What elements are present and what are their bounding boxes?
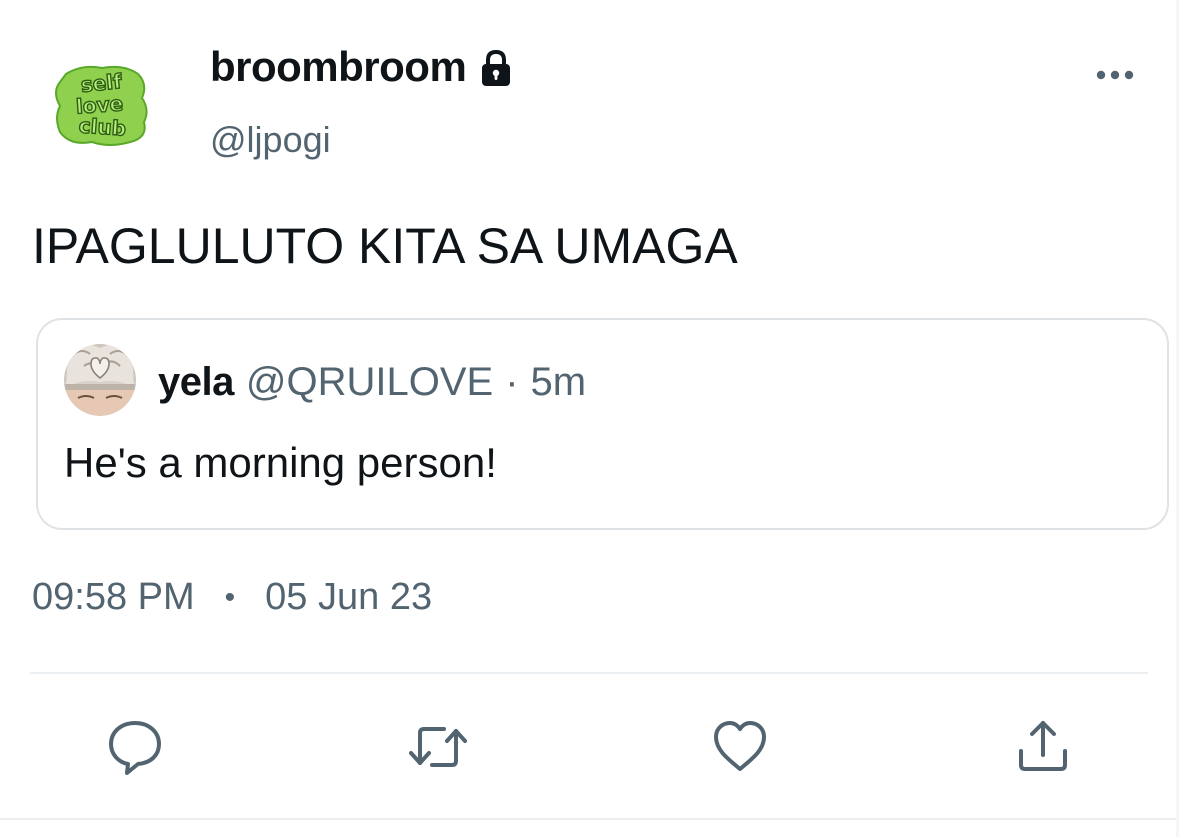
quoted-tweet-header: yela @QRUILOVE · 5m <box>158 360 586 404</box>
share-icon <box>1019 721 1067 771</box>
quoted-relative-time[interactable]: 5m <box>531 360 587 404</box>
quoted-tweet-card[interactable]: yela @QRUILOVE · 5m He's a morning perso… <box>36 318 1169 530</box>
self-love-club-logo: self love club <box>55 65 148 146</box>
author-display-name[interactable]: broombroom <box>210 42 467 92</box>
tweet-time[interactable]: 09:58 PM <box>32 575 195 621</box>
retweet-button[interactable] <box>403 712 473 782</box>
tweet-timestamp[interactable]: 09:58 PM • 05 Jun 23 <box>32 575 432 621</box>
author-handle[interactable]: @ljpogi <box>210 118 331 161</box>
quoted-author-avatar[interactable] <box>64 344 136 416</box>
like-button[interactable] <box>705 712 775 782</box>
author-display-name-row[interactable]: broombroom <box>210 42 516 92</box>
avatar-photo <box>64 344 136 416</box>
share-button[interactable] <box>1008 712 1078 782</box>
tweet-date[interactable]: 05 Jun 23 <box>265 575 432 621</box>
lock-icon <box>476 48 516 88</box>
author-avatar[interactable]: self love club <box>52 62 152 148</box>
more-dots-icon <box>1096 70 1134 80</box>
timestamp-separator: • <box>224 580 236 614</box>
reply-button[interactable] <box>100 712 170 782</box>
retweet-icon <box>409 727 467 767</box>
quoted-author-name[interactable]: yela <box>158 360 234 404</box>
heart-icon <box>714 721 766 771</box>
quoted-tweet-text: He's a morning person! <box>64 439 497 486</box>
logo-word-club: club <box>78 113 127 140</box>
divider <box>30 672 1148 674</box>
tweet-text: IPAGLULUTO KITA SA UMAGA <box>32 218 738 274</box>
quoted-separator: · <box>505 360 519 404</box>
more-options-button[interactable] <box>1090 58 1140 92</box>
quoted-author-handle[interactable]: @QRUILOVE <box>246 360 493 404</box>
bottom-divider <box>0 818 1179 820</box>
tweet-action-bar <box>0 712 1179 782</box>
reply-icon <box>109 721 161 775</box>
